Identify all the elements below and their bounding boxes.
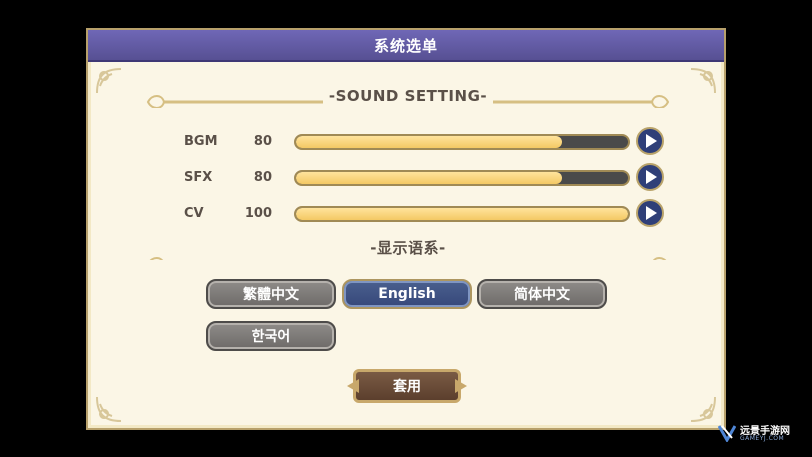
lang-korean-button[interactable]: 한국어	[206, 321, 336, 351]
sfx-slider-fill	[296, 172, 562, 184]
sfx-slider[interactable]	[294, 170, 630, 186]
lang-traditional-chinese-button[interactable]: 繁體中文	[206, 279, 336, 309]
bgm-value: 80	[253, 134, 272, 149]
corner-ornament-icon	[94, 394, 124, 424]
dialog-title-bar: 系统选单	[88, 30, 724, 62]
watermark: 远景手游网 GAMEYJ.COM	[718, 422, 810, 446]
system-menu-dialog: 系统选单 -SOUND SETTING- BGM 80 SFX 80 CV 10…	[86, 28, 726, 430]
sfx-play-button[interactable]	[636, 163, 664, 191]
play-icon	[646, 170, 657, 184]
sfx-label: SFX	[184, 170, 213, 185]
play-icon	[646, 206, 657, 220]
watermark-subtext: GAMEYJ.COM	[740, 435, 785, 442]
bgm-play-button[interactable]	[636, 127, 664, 155]
bgm-row: BGM 80	[184, 127, 674, 158]
cv-play-button[interactable]	[636, 199, 664, 227]
dialog-title: 系统选单	[373, 36, 438, 55]
cv-slider[interactable]	[294, 206, 630, 222]
language-header: -显示语系-	[144, 238, 672, 260]
lang-button-label: 繁體中文	[243, 287, 299, 303]
lang-button-label: English	[378, 286, 436, 302]
corner-ornament-icon	[688, 66, 718, 96]
corner-ornament-icon	[688, 394, 718, 424]
play-icon	[646, 134, 657, 148]
bgm-label: BGM	[184, 134, 218, 149]
lang-button-label: 简体中文	[514, 287, 570, 303]
sound-setting-header: -SOUND SETTING-	[144, 86, 672, 108]
game-screen: 系统选单 -SOUND SETTING- BGM 80 SFX 80 CV 10…	[0, 0, 812, 457]
section-title: -显示语系-	[144, 238, 672, 258]
watermark-logo-icon	[718, 425, 736, 442]
bgm-slider[interactable]	[294, 134, 630, 150]
apply-button-label: 套用	[393, 379, 421, 395]
cv-slider-fill	[296, 208, 628, 220]
sfx-value: 80	[253, 170, 272, 185]
corner-ornament-icon	[94, 66, 124, 96]
apply-button[interactable]: 套用	[353, 369, 461, 403]
lang-simplified-chinese-button[interactable]: 简体中文	[477, 279, 607, 309]
section-title: -SOUND SETTING-	[144, 86, 672, 106]
sfx-row: SFX 80	[184, 163, 674, 194]
bgm-slider-fill	[296, 136, 562, 148]
lang-english-button[interactable]: English	[342, 279, 472, 309]
cv-value: 100	[244, 206, 272, 221]
lang-button-label: 한국어	[251, 329, 291, 345]
cv-row: CV 100	[184, 199, 674, 230]
cv-label: CV	[184, 206, 204, 221]
